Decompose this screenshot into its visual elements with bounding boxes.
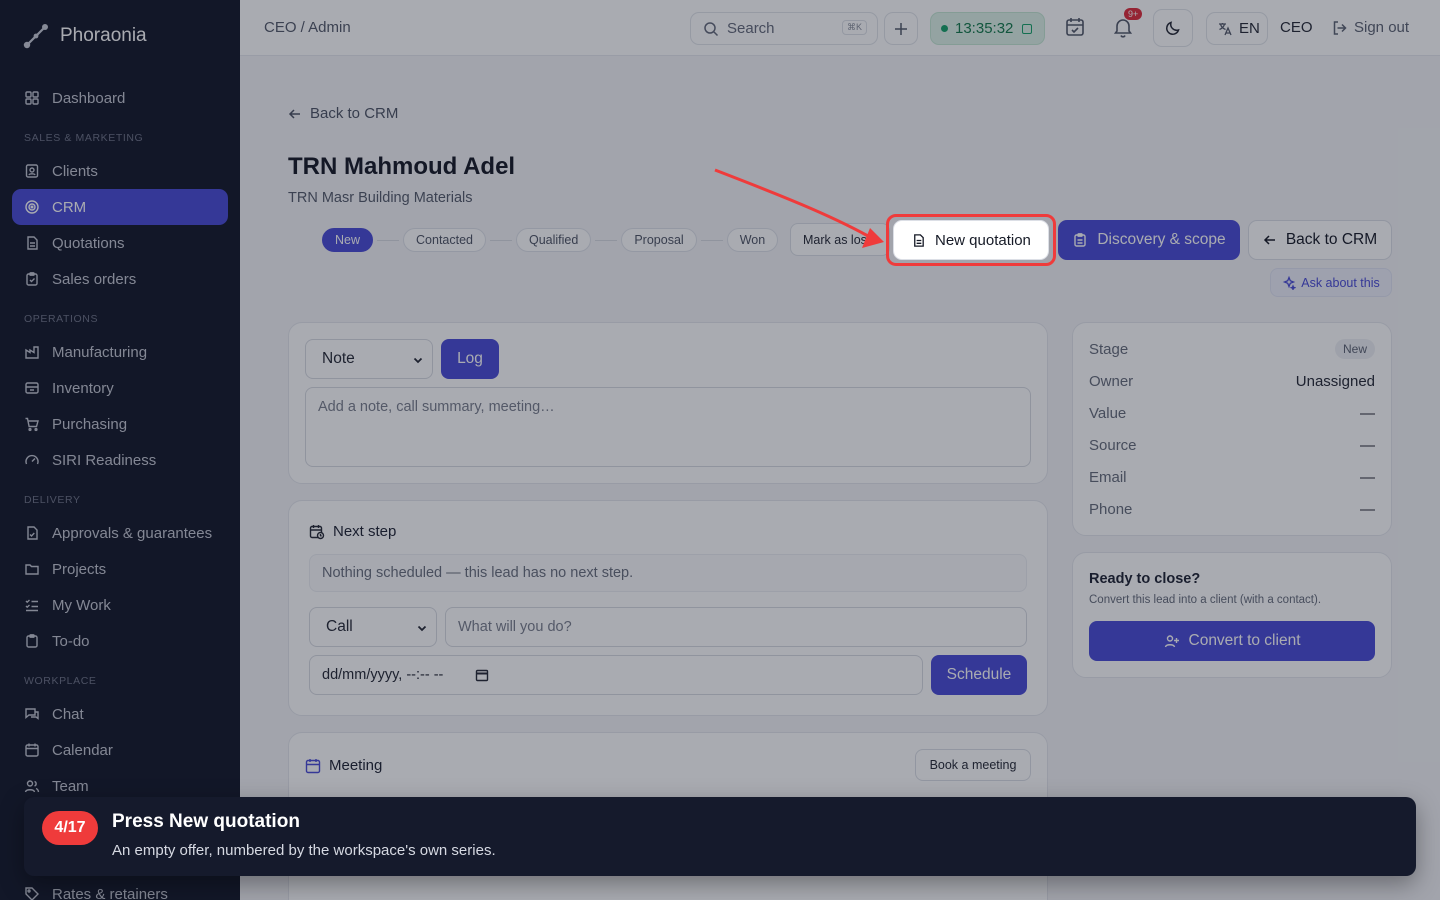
tour-description: An empty offer, numbered by the workspac… (112, 842, 496, 859)
tour-backdrop (0, 0, 1440, 900)
tour-title: Press New quotation (112, 811, 300, 832)
tour-step-counter: 4/17 (42, 811, 98, 845)
tour-highlight-ring (886, 214, 1056, 266)
tour-banner: 4/17 Press New quotation An empty offer,… (24, 797, 1416, 876)
